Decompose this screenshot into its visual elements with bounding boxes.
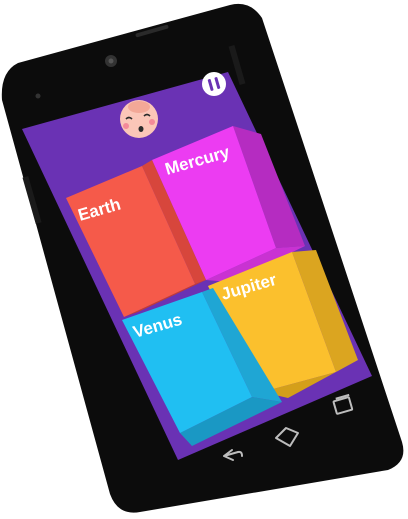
- avatar[interactable]: [120, 100, 158, 138]
- proximity-sensor: [35, 93, 41, 99]
- pause-button-bg: [202, 72, 226, 96]
- front-camera-lens: [108, 58, 114, 64]
- pause-button[interactable]: [202, 72, 226, 96]
- device-mockup: Mercury Earth Jupiter Venus: [1, 3, 404, 513]
- baby-face-icon: [120, 100, 158, 138]
